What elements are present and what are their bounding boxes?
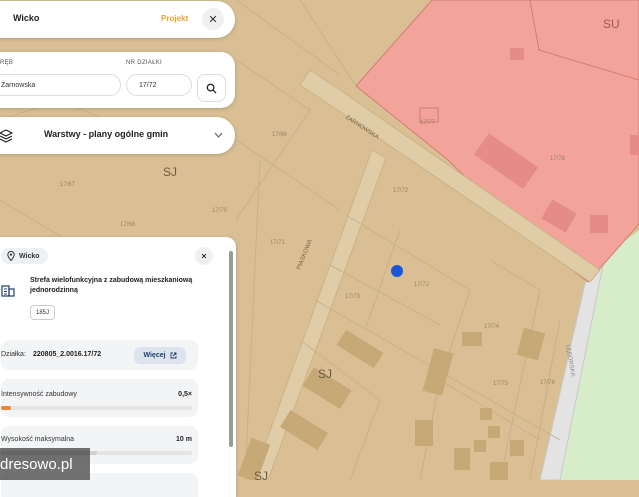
parcel-number: 17/66 (272, 132, 288, 138)
parcel-number: 17/70 (212, 208, 228, 214)
parcel-number: 17/73 (345, 294, 361, 300)
location-marker[interactable] (391, 265, 403, 277)
search-query[interactable]: Wicko (13, 13, 39, 23)
parcel-number: 17/72 (393, 188, 409, 194)
parcel-number: 17/71 (270, 240, 286, 246)
zone-label-sj-1: SJ (163, 165, 177, 179)
parcel-number: 17/76 (540, 380, 556, 386)
zone-label-sj-3: SJ (254, 469, 268, 480)
metric-bar-fill (1, 406, 11, 410)
parcel-number: 17/77 (420, 120, 436, 126)
metric-value: 10 m (176, 436, 192, 443)
clear-search-button[interactable]: ✕ (202, 8, 224, 30)
layers-label: Warstwy - plany ogólne gmin (44, 129, 169, 139)
search-bar[interactable]: Wicko Projekt ✕ (0, 1, 235, 38)
close-icon: ✕ (200, 251, 208, 261)
search-icon (206, 83, 217, 94)
metric-value: 0,5× (178, 391, 192, 398)
metric-row-intensity: Intensywność zabudowy 0,5× (1, 379, 198, 417)
metric-bar (1, 406, 192, 410)
parcel-field-label: NR DZIAŁKI (126, 60, 163, 66)
filter-card: RĘB Żarnowska NR DZIAŁKI 17/72 (0, 52, 235, 108)
layers-selector[interactable]: Warstwy - plany ogólne gmin (0, 117, 235, 154)
watermark: dresowo.pl (0, 448, 90, 480)
close-icon: ✕ (208, 13, 218, 26)
zone-code-badge: 185J (30, 305, 56, 320)
watermark-text: dresowo.pl (0, 455, 73, 473)
parcel-id-label: Działka: (1, 351, 26, 358)
street-field[interactable]: Żarnowska (0, 74, 121, 96)
zone-title: Strefa wielofunkcyjna z zabudową mieszka… (30, 277, 193, 294)
parcel-number: 17/72 (414, 282, 430, 288)
metric-label: Intensywność zabudowy (1, 391, 77, 398)
panel-scrollbar[interactable] (229, 251, 233, 447)
street-field-value: Żarnowska (1, 81, 36, 89)
layers-icon (0, 129, 13, 143)
location-pill: Wicko (1, 248, 48, 264)
metric-label: Wysokość maksymalna (1, 436, 75, 443)
close-panel-button[interactable]: ✕ (195, 247, 213, 265)
zone-label-su: SU (603, 17, 620, 31)
chevron-down-icon (214, 132, 223, 138)
building-icon (1, 285, 15, 297)
map-pin-icon (7, 251, 15, 261)
parcel-number: 17/78 (550, 156, 566, 162)
external-link-icon (170, 352, 177, 359)
parcel-field-value: 17/72 (139, 81, 157, 89)
parcel-number: 17/67 (60, 182, 76, 188)
search-button[interactable] (197, 74, 226, 102)
parcel-number: 17/74 (484, 324, 500, 330)
zone-label-sj-2: SJ (318, 367, 332, 381)
more-button-label: Więcej (143, 352, 166, 359)
location-name: Wicko (19, 252, 40, 260)
parcel-number: 17/68 (120, 222, 136, 228)
parcel-id-value: 220805_2.0016.17/72 (33, 351, 102, 358)
parcel-field[interactable]: 17/72 (126, 74, 192, 96)
project-label[interactable]: Projekt (161, 14, 188, 23)
more-button[interactable]: Więcej (134, 347, 186, 364)
parcel-number: 17/75 (493, 381, 509, 387)
street-field-label: RĘB (0, 60, 14, 66)
